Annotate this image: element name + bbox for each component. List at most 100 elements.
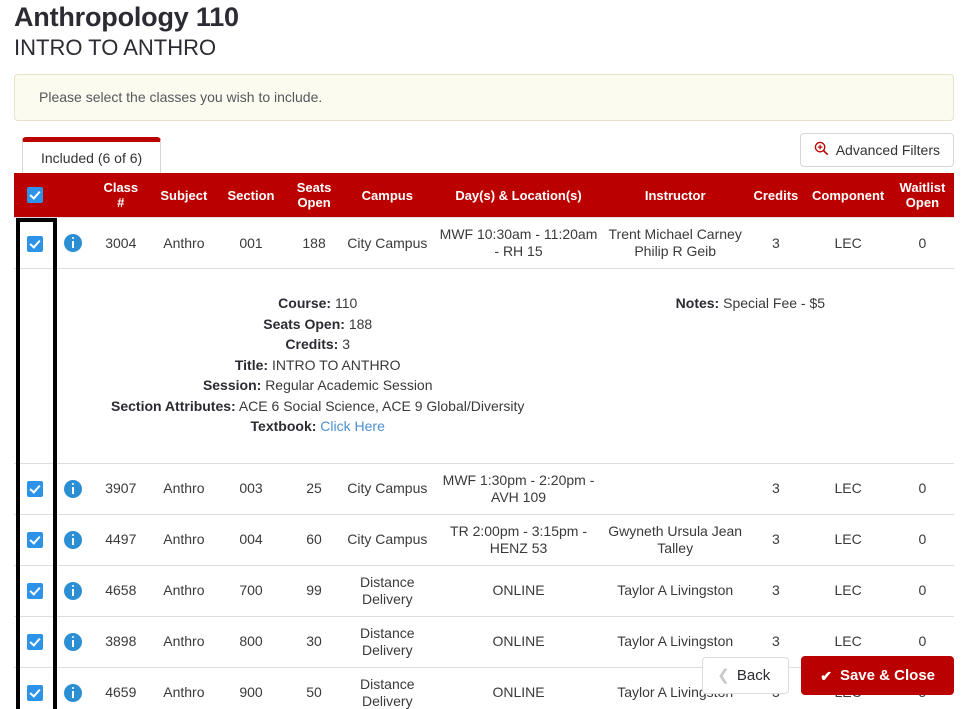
detail-credits: Credits: 3 bbox=[105, 334, 531, 355]
table-row[interactable]: 4497 Anthro 004 60 City Campus TR 2:00pm… bbox=[14, 513, 954, 565]
cell-subject: Anthro bbox=[152, 513, 216, 565]
cell-campus: City Campus bbox=[341, 513, 434, 565]
header-info bbox=[56, 173, 90, 218]
header-seats-open: Seats Open bbox=[286, 173, 342, 218]
table-row[interactable]: 4658 Anthro 700 99 Distance Delivery ONL… bbox=[14, 564, 954, 616]
back-button-label: Back bbox=[736, 667, 771, 684]
detail-title: Title: INTRO TO ANTHRO bbox=[105, 355, 531, 376]
cell-seats-open: 60 bbox=[286, 513, 342, 565]
detail-course-label: Course: bbox=[278, 295, 332, 311]
detail-attributes: Section Attributes: ACE 6 Social Science… bbox=[105, 396, 531, 417]
header-seats-open-line2: Open bbox=[297, 195, 331, 210]
zoom-in-icon bbox=[814, 141, 829, 159]
cell-day-location: ONLINE bbox=[433, 666, 604, 709]
cell-credits: 3 bbox=[746, 513, 806, 565]
info-icon[interactable] bbox=[63, 632, 82, 651]
row-checkbox[interactable] bbox=[27, 532, 44, 549]
class-table-wrapper: Class # Subject Section Seats Open Campu… bbox=[14, 173, 954, 709]
cell-subject: Anthro bbox=[152, 564, 216, 616]
row-checkbox[interactable] bbox=[27, 583, 44, 600]
header-class-number: Class # bbox=[89, 173, 153, 218]
detail-textbook-label: Textbook: bbox=[250, 418, 317, 434]
row-checkbox[interactable] bbox=[27, 634, 44, 651]
row-select-cell[interactable] bbox=[14, 513, 57, 565]
header-select-all[interactable] bbox=[14, 173, 57, 218]
header-subject: Subject bbox=[152, 173, 216, 218]
cell-day-location: TR 2:00pm - 3:15pm - HENZ 53 bbox=[433, 513, 604, 565]
cell-section: 003 bbox=[215, 462, 287, 514]
select-all-checkbox[interactable] bbox=[27, 187, 44, 204]
row-checkbox[interactable] bbox=[27, 685, 44, 702]
info-icon[interactable] bbox=[63, 581, 82, 600]
cell-section: 001 bbox=[215, 217, 287, 269]
back-button[interactable]: ❮ Back bbox=[702, 657, 790, 694]
info-icon[interactable] bbox=[63, 530, 82, 549]
footer-actions: ❮ Back ✔ Save & Close bbox=[702, 656, 954, 695]
detail-spacer-cell bbox=[14, 268, 57, 463]
cell-campus-line1: Distance bbox=[360, 573, 415, 590]
cell-day-location: ONLINE bbox=[433, 564, 604, 616]
detail-notes: Notes: Special Fee - $5 bbox=[551, 293, 950, 314]
cell-waitlist-open: 0 bbox=[890, 513, 954, 565]
row-info-cell[interactable] bbox=[56, 513, 90, 565]
cell-campus: Distance Delivery bbox=[341, 666, 434, 709]
detail-session: Session: Regular Academic Session bbox=[105, 375, 531, 396]
row-select-cell[interactable] bbox=[14, 666, 57, 709]
advanced-filters-button[interactable]: Advanced Filters bbox=[799, 133, 954, 167]
info-icon[interactable] bbox=[63, 234, 82, 253]
cell-day-location-line1: MWF 1:30pm - 2:20pm - bbox=[442, 471, 595, 488]
table-row[interactable]: 3004 Anthro 001 188 City Campus MWF 10:3… bbox=[14, 217, 954, 269]
page-title: Anthropology 110 bbox=[14, 2, 239, 32]
row-select-cell[interactable] bbox=[14, 462, 57, 514]
cell-credits: 3 bbox=[746, 564, 806, 616]
cell-instructor-line1: Trent Michael Carney bbox=[608, 226, 742, 242]
detail-right-column: Notes: Special Fee - $5 bbox=[531, 293, 950, 437]
table-header-row: Class # Subject Section Seats Open Campu… bbox=[14, 173, 954, 218]
info-icon[interactable] bbox=[63, 479, 82, 498]
detail-credits-value: 3 bbox=[342, 336, 351, 352]
row-info-cell[interactable] bbox=[56, 564, 90, 616]
row-info-cell[interactable] bbox=[56, 666, 90, 709]
row-info-cell[interactable] bbox=[56, 462, 90, 514]
tab-included[interactable]: Included (6 of 6) bbox=[22, 137, 162, 173]
save-button-label: Save & Close bbox=[839, 667, 935, 684]
detail-notes-value: Special Fee - $5 bbox=[723, 295, 826, 311]
header-instructor: Instructor bbox=[603, 173, 747, 218]
cell-campus: City Campus bbox=[341, 217, 434, 269]
detail-seats-label: Seats Open: bbox=[263, 315, 345, 332]
header-seats-open-line1: Seats bbox=[296, 180, 332, 195]
advanced-filters-label: Advanced Filters bbox=[835, 142, 940, 158]
cell-instructor-line1: Gwyneth Ursula Jean bbox=[608, 522, 743, 539]
header-section: Section bbox=[215, 173, 287, 218]
row-checkbox[interactable] bbox=[27, 235, 44, 252]
chevron-left-icon: ❮ bbox=[717, 667, 730, 684]
detail-notes-label: Notes: bbox=[675, 295, 720, 311]
cell-credits: 3 bbox=[746, 462, 806, 514]
cell-campus-line2: Delivery bbox=[362, 641, 413, 658]
row-select-cell[interactable] bbox=[14, 615, 57, 667]
header-day-location: Day(s) & Location(s) bbox=[433, 173, 604, 218]
cell-waitlist-open: 0 bbox=[890, 217, 954, 269]
detail-session-value: Regular Academic Session bbox=[265, 377, 433, 393]
cell-seats-open: 30 bbox=[286, 615, 342, 667]
cell-section: 700 bbox=[215, 564, 287, 616]
cell-campus-line2: Delivery bbox=[362, 692, 413, 709]
save-and-close-button[interactable]: ✔ Save & Close bbox=[801, 656, 954, 695]
row-select-cell[interactable] bbox=[14, 217, 57, 269]
header-waitlist-open: Waitlist Open bbox=[890, 173, 954, 218]
cell-day-location-line2: AVH 109 bbox=[491, 488, 547, 505]
table-row[interactable]: 3907 Anthro 003 25 City Campus MWF 1:30p… bbox=[14, 462, 954, 514]
textbook-link[interactable]: Click Here bbox=[320, 418, 385, 434]
row-select-cell[interactable] bbox=[14, 564, 57, 616]
row-info-cell[interactable] bbox=[56, 615, 90, 667]
row-info-cell[interactable] bbox=[56, 217, 90, 269]
cell-class-number: 4659 bbox=[89, 666, 153, 709]
info-icon[interactable] bbox=[63, 683, 82, 702]
class-detail-cell: Course: 110 Seats Open: 188 Credits: 3 T… bbox=[56, 268, 954, 463]
cell-instructor: Gwyneth Ursula Jean Talley bbox=[603, 513, 747, 565]
cell-section: 004 bbox=[215, 513, 287, 565]
cell-campus: Distance Delivery bbox=[341, 564, 434, 616]
cell-day-location: MWF 1:30pm - 2:20pm - AVH 109 bbox=[433, 462, 604, 514]
header-class-number-line1: Class bbox=[103, 180, 139, 195]
row-checkbox[interactable] bbox=[27, 481, 44, 498]
